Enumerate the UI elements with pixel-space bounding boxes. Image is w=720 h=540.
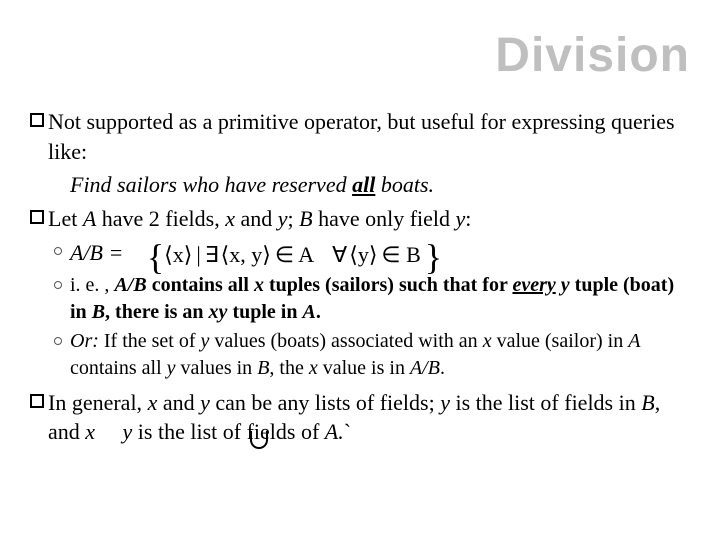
in-B: ∈ B <box>381 240 420 270</box>
t: value is in <box>318 357 410 379</box>
text: boats. <box>375 172 434 197</box>
bullet-1: Not supported as a primitive operator, b… <box>30 107 690 166</box>
set-expression: { ⟨x⟩ | ∃ ⟨x, y⟩ ∈ A ∀ ⟨y⟩ ∈ B } <box>147 240 442 270</box>
var-x: x <box>85 419 95 444</box>
slide-title: Division <box>30 28 690 83</box>
var-x: x <box>254 274 264 296</box>
var-x: x <box>309 357 318 379</box>
bullet-1-example: Find sailors who have reserved all boats… <box>70 170 690 200</box>
or-label: Or: <box>70 330 99 352</box>
forall-icon: ∀ <box>332 240 347 270</box>
ab-label: A/B = <box>70 240 123 265</box>
sub-bullet-ab-def: A/B = { ⟨x⟩ | ∃ ⟨x, y⟩ ∈ A ∀ ⟨y⟩ ∈ B } <box>54 238 690 270</box>
t: contains all <box>70 357 167 379</box>
square-bullet-icon <box>30 394 44 408</box>
bullet-2: Let A have 2 fields, x and y; B have onl… <box>30 204 690 234</box>
slide-body: Not supported as a primitive operator, b… <box>30 107 690 447</box>
text-all: all <box>352 172 375 197</box>
var-x: x <box>225 206 235 231</box>
t: have only field <box>313 206 456 231</box>
t: value (sailor) in <box>492 330 629 352</box>
t: is the list of fields in <box>450 390 641 415</box>
var-AB: A/B <box>410 357 440 379</box>
square-bullet-icon <box>30 113 44 127</box>
langle-icon: ⟨ <box>164 240 173 270</box>
langle-icon: ⟨ <box>349 240 358 270</box>
var-A: A <box>302 301 315 323</box>
var-A: A <box>83 206 96 231</box>
var-B: B <box>92 301 105 323</box>
t: values (boats) associated with an <box>209 330 482 352</box>
text-every: every <box>512 274 555 296</box>
t: tuple in <box>227 301 302 323</box>
bullet-3-text: In general, x and y can be any lists of … <box>48 388 690 447</box>
t: : <box>465 206 471 231</box>
var-AB: A/B <box>114 274 146 296</box>
sub-bullet-ie: i. e. , A/B contains all x tuples (sailo… <box>54 272 690 326</box>
or-text: Or: If the set of y values (boats) assoc… <box>70 328 690 382</box>
ab-def-text: A/B = { ⟨x⟩ | ∃ ⟨x, y⟩ ∈ A ∀ ⟨y⟩ ∈ B } <box>70 238 690 270</box>
text: Not supported as a primitive operator, b… <box>48 109 675 164</box>
t: values in <box>176 357 258 379</box>
t: . <box>440 357 445 379</box>
var-y: y <box>440 390 450 415</box>
var-y: y <box>123 419 133 444</box>
var-x: x <box>148 390 158 415</box>
t: , there is an <box>105 301 209 323</box>
var-y: y <box>167 357 176 379</box>
langle-icon: ⟨ <box>221 240 230 270</box>
rangle-icon: ⟩ <box>184 240 193 270</box>
lbrace-icon: { <box>147 247 164 267</box>
t: can be any lists of fields; <box>210 390 440 415</box>
t: tuples (sailors) such that for <box>264 274 513 296</box>
t <box>95 419 101 444</box>
t: Let <box>48 206 83 231</box>
rangle-icon: ⟩ <box>262 240 271 270</box>
var-B: B <box>257 357 269 379</box>
t: , the <box>269 357 308 379</box>
t: is the list of fields of <box>132 419 324 444</box>
square-bullet-icon <box>30 210 44 224</box>
bullet-2-text: Let A have 2 fields, x and y; B have onl… <box>48 204 690 234</box>
var-x: x <box>173 240 184 270</box>
bullet-1-text: Not supported as a primitive operator, b… <box>48 107 690 166</box>
text: Find sailors who have reserved <box>70 172 352 197</box>
var-A: A. <box>325 419 344 444</box>
circle-bullet-icon <box>54 337 62 345</box>
bar-icon: | <box>196 240 200 270</box>
t: i. e. , <box>70 274 114 296</box>
var-x: x <box>483 330 492 352</box>
rangle-icon: ⟩ <box>369 240 378 270</box>
t: In general, <box>48 390 148 415</box>
var-B: B <box>641 390 654 415</box>
var-y: y <box>200 390 210 415</box>
sub-bullet-or: Or: If the set of y values (boats) assoc… <box>54 328 690 382</box>
circle-bullet-icon <box>54 281 62 289</box>
var-B: B <box>299 206 312 231</box>
t: and <box>157 390 200 415</box>
in-A: ∈ A <box>275 240 314 270</box>
rbrace-icon: } <box>425 247 442 267</box>
t: . <box>316 301 321 323</box>
circle-bullet-icon <box>54 247 62 255</box>
bullet-3: In general, x and y can be any lists of … <box>30 388 690 447</box>
t: and <box>235 206 278 231</box>
t: ; <box>287 206 299 231</box>
union-icon <box>250 431 268 449</box>
t: ` <box>344 419 351 444</box>
var-xy: xy <box>209 301 228 323</box>
t: contains all <box>147 274 254 296</box>
var-xy: x, y <box>229 240 262 270</box>
var-A: A <box>628 330 640 352</box>
var-y: y <box>456 206 466 231</box>
exists-icon: ∃ <box>205 240 219 270</box>
ie-text: i. e. , A/B contains all x tuples (sailo… <box>70 272 690 326</box>
var-y: y <box>358 240 369 270</box>
t: If the set of <box>99 330 201 352</box>
t: have 2 fields, <box>96 206 225 231</box>
var-y: y <box>561 274 570 296</box>
